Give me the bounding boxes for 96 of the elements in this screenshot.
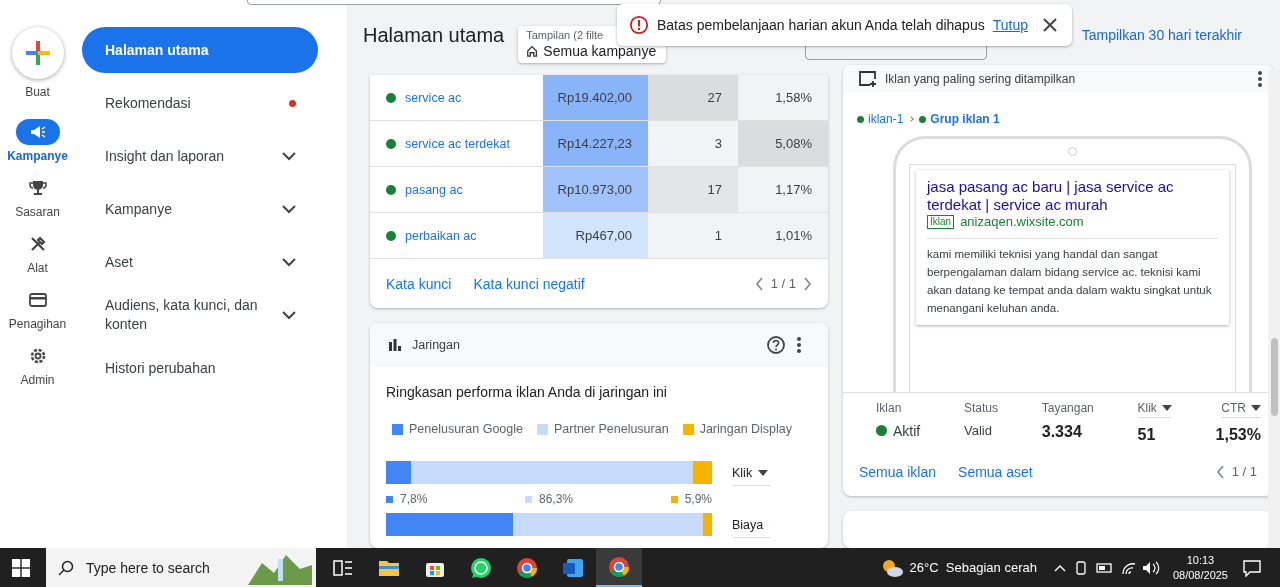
table-cell: 5,08%: [738, 121, 828, 166]
table-cell: 3: [648, 121, 738, 166]
sort-dropdown[interactable]: Klik: [1137, 400, 1172, 418]
card-subtitle: Ringkasan performa iklan Anda di jaringan ini: [385, 383, 668, 400]
home-icon: [526, 43, 539, 58]
ad-badge: Iklan: [927, 214, 955, 229]
more-vertical-icon[interactable]: [796, 336, 802, 354]
clock[interactable]: 10:13 08/08/2025: [1172, 552, 1228, 583]
card-title: Iklan yang paling sering ditampilkan: [885, 71, 1076, 86]
chevron-left-icon[interactable]: [1215, 464, 1225, 479]
ad-description: kami memiliki teknisi yang handal dan sangat berpengalaman dalam bidang service ac. teknisi kami akan datang ke tempat anda dalam waktu singkat untuk menangani keluhan anda.: [927, 247, 1213, 316]
stat-value: 51: [1137, 425, 1156, 444]
close-icon[interactable]: [1042, 17, 1058, 33]
table-cell: Rp10.973,00: [543, 167, 648, 212]
table-cell: Rp467,00: [543, 213, 648, 258]
stat-label: Iklan: [876, 400, 903, 415]
sidebar-item[interactable]: Insight dan laporan: [82, 133, 318, 179]
stat-value: 1,53%: [1215, 425, 1261, 444]
stat-label: Tayangan: [1041, 400, 1094, 415]
stat-value: 3.334: [1041, 422, 1082, 441]
scrollbar-thumb[interactable]: [1271, 338, 1278, 416]
windows-logo-icon[interactable]: [12, 558, 30, 577]
taskbar-app[interactable]: [596, 548, 642, 587]
keyword-link[interactable]: perbaikan ac: [405, 228, 477, 243]
sidebar-item[interactable]: Rekomendasi: [82, 80, 318, 126]
chevron-right-icon[interactable]: [803, 276, 812, 291]
color-key-icon: [525, 495, 532, 503]
ad-headline[interactable]: jasa pasang ac baru | jasa service ac terdekat | service ac murah: [927, 178, 1218, 214]
rail-label: Admin: [20, 373, 55, 387]
table-cell: 17: [648, 167, 738, 212]
stat-label: Status: [963, 400, 998, 415]
ad-add-icon: [859, 70, 877, 87]
dismiss-link[interactable]: Tutup: [992, 17, 1028, 33]
plus-icon: [24, 40, 51, 66]
create-button[interactable]: [11, 27, 64, 79]
keyword-link[interactable]: service ac terdekat: [405, 136, 510, 151]
rail-label: Penagihan: [8, 317, 67, 331]
ad-url: anizaqen.wixsite.com: [960, 214, 1084, 229]
stat-value: Aktif: [893, 422, 921, 439]
stat-value: Valid: [963, 422, 992, 438]
chevron-left-icon[interactable]: [754, 276, 764, 291]
table-cell: 1: [648, 213, 738, 258]
bar-chart-icon: [388, 338, 402, 352]
keyword-link[interactable]: pasang ac: [405, 182, 463, 197]
metric-dropdown[interactable]: Klik: [732, 461, 770, 486]
legend-item: Partner Penelusuran: [537, 422, 669, 436]
rail-label: Kampanye: [7, 149, 68, 163]
breadcrumb-link[interactable]: Grup iklan 1: [930, 112, 1000, 126]
error-icon: [629, 15, 649, 35]
sidebar-item[interactable]: Audiens, kata kunci, dan konten: [82, 292, 318, 338]
weather-text[interactable]: 26°C Sebagian cerah: [909, 560, 1037, 575]
table-cell: Rp19.402,00: [543, 75, 648, 120]
search-icon: [58, 559, 74, 576]
keyword-link[interactable]: service ac: [405, 90, 462, 105]
taskbar-search-box[interactable]: Type here to search: [46, 548, 316, 587]
sidebar-item[interactable]: Halaman utama: [82, 27, 318, 73]
footer-link[interactable]: Kata kunci: [386, 275, 452, 292]
sort-dropdown[interactable]: CTR: [1221, 400, 1261, 418]
date-range-link[interactable]: Tampilkan 30 hari terakhir: [1081, 27, 1242, 43]
table-cell: 1,58%: [738, 75, 828, 120]
credit-card-icon: [27, 290, 48, 310]
page-indicator: 1 / 1: [770, 276, 796, 291]
legend-item: Penelusuran Google: [392, 422, 523, 436]
browser-circle-icon: [607, 554, 631, 579]
page-indicator: 1 / 1: [1231, 464, 1257, 480]
sidebar-item[interactable]: Kampanye: [82, 186, 318, 232]
card-title: Jaringan: [412, 338, 460, 352]
table-cell: 1,01%: [738, 213, 828, 258]
table-cell: 27: [648, 75, 738, 120]
color-key-icon: [386, 495, 393, 503]
table-cell: Rp14.227,23: [543, 121, 648, 166]
page-title: Halaman utama: [363, 23, 505, 47]
more-vertical-icon[interactable]: [1257, 69, 1263, 88]
table-cell: 1,17%: [738, 167, 828, 212]
breadcrumb-link[interactable]: iklan-1: [868, 112, 904, 126]
footer-link[interactable]: Semua aset: [958, 463, 1033, 480]
help-icon[interactable]: [766, 335, 786, 355]
rail-label: Buat: [25, 85, 50, 99]
search-field[interactable]: Type here to search: [84, 558, 238, 577]
share-label: 86,3%: [539, 492, 573, 506]
footer-link[interactable]: Kata kunci negatif: [473, 275, 585, 292]
rail-label: Alat: [27, 261, 48, 275]
legend-item: Jaringan Display: [682, 422, 793, 436]
sidebar-item[interactable]: Histori perubahan: [82, 345, 318, 391]
notification-icon[interactable]: [1242, 558, 1262, 577]
rail-tab[interactable]: [15, 119, 60, 145]
share-label: 5,9%: [684, 492, 712, 506]
share-label: 7,8%: [400, 492, 428, 506]
browser-circle-icon: [515, 555, 539, 580]
metric-dropdown[interactable]: Biaya: [732, 513, 770, 538]
footer-link[interactable]: Semua iklan: [859, 463, 937, 480]
trophy-icon: [27, 178, 48, 198]
chat-bubble-icon: [469, 555, 493, 580]
rail-label: Sasaran: [15, 205, 60, 219]
sidebar-item[interactable]: Aset: [82, 239, 318, 285]
color-key-icon: [670, 495, 678, 503]
